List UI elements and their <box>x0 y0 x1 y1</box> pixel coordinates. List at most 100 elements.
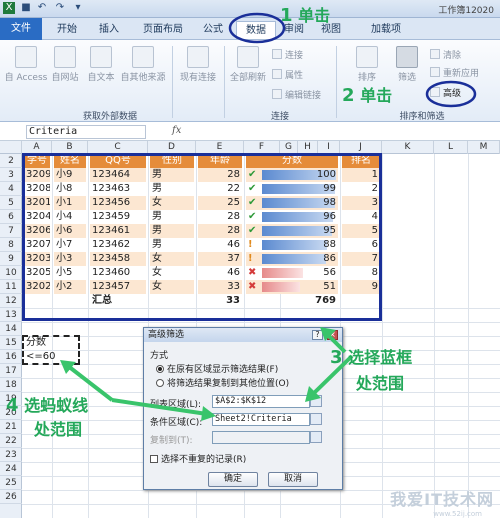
column-header[interactable]: M <box>468 141 500 154</box>
tab-insert[interactable]: 插入 <box>90 21 128 39</box>
range-picker-icon[interactable] <box>310 413 322 425</box>
column-header[interactable]: K <box>382 141 434 154</box>
row-header[interactable]: 14 <box>0 322 22 336</box>
annotation-step1: 1 单击 <box>280 5 331 26</box>
watermark: 我爱IT技术网 <box>390 490 494 509</box>
radio-icon[interactable] <box>156 379 164 387</box>
save-icon[interactable]: ■ <box>20 2 32 14</box>
clear-icon <box>430 49 440 59</box>
annotation-step3-line2: 处范围 <box>356 374 405 393</box>
connections-icon <box>187 46 209 68</box>
select-all-corner[interactable] <box>0 141 22 154</box>
tab-page-layout[interactable]: 页面布局 <box>132 21 194 39</box>
cancel-button[interactable]: 取消 <box>268 472 318 487</box>
radio-icon[interactable] <box>156 365 164 373</box>
row-header[interactable]: 23 <box>0 448 22 462</box>
row-header[interactable]: 21 <box>0 420 22 434</box>
gridline <box>22 322 500 323</box>
filter-button[interactable]: 筛选 <box>392 46 422 83</box>
list-range-highlight <box>22 153 382 321</box>
ok-button[interactable]: 确定 <box>208 472 258 487</box>
row-header[interactable]: 5 <box>0 196 22 210</box>
list-range-input[interactable]: $A$2:$K$12 <box>212 395 310 408</box>
tab-addins[interactable]: 加载项 <box>362 21 410 39</box>
group-label-sort-filter: 排序和筛选 <box>399 112 445 122</box>
connections-button[interactable]: 连接 <box>272 48 303 61</box>
refresh-icon <box>237 46 259 68</box>
sort-button[interactable]: 排序 <box>352 46 382 83</box>
reapply-button[interactable]: 重新应用 <box>430 66 479 79</box>
column-header[interactable]: L <box>434 141 468 154</box>
customize-icon[interactable]: ▾ <box>72 2 84 14</box>
from-text-button[interactable]: 自文本 <box>84 46 118 83</box>
watermark-url: www.52ij.com <box>433 510 482 518</box>
existing-connections-button[interactable]: 现有连接 <box>176 46 220 83</box>
database-icon <box>15 46 37 68</box>
row-header[interactable]: 25 <box>0 476 22 490</box>
row-header[interactable]: 16 <box>0 350 22 364</box>
row-header[interactable]: 9 <box>0 252 22 266</box>
option-in-place[interactable]: 在原有区域显示筛选结果(F) <box>156 362 278 375</box>
properties-icon <box>272 69 282 79</box>
row-header[interactable]: 17 <box>0 364 22 378</box>
row-header[interactable]: 26 <box>0 490 22 504</box>
row-header[interactable]: 22 <box>0 434 22 448</box>
text-file-icon <box>90 46 112 68</box>
annotation-step4: 4 选蚂蚁线 <box>6 395 89 416</box>
ribbon: 自 Access 自网站 自文本 自其他来源 获取外部数据 现有连接 全部刷新 … <box>0 40 500 122</box>
row-header[interactable]: 2 <box>0 154 22 168</box>
annotation-step2: 2 单击 <box>342 85 393 106</box>
range-picker-icon[interactable] <box>310 395 322 407</box>
row-header[interactable]: 24 <box>0 462 22 476</box>
tab-data[interactable]: 数据 <box>236 21 276 39</box>
checkbox-icon[interactable] <box>150 455 158 463</box>
list-range-label: 列表区域(L): <box>150 400 202 410</box>
properties-button[interactable]: 属性 <box>272 68 303 81</box>
redo-icon[interactable]: ↷ <box>54 2 66 14</box>
annotation-step3: 3 选择蓝框 <box>330 347 413 368</box>
close-icon[interactable]: × <box>327 330 338 340</box>
from-web-button[interactable]: 自网站 <box>48 46 82 83</box>
method-label: 方式 <box>150 351 169 361</box>
from-access-button[interactable]: 自 Access <box>4 46 48 83</box>
advanced-filter-button[interactable]: 高级 <box>430 86 461 99</box>
row-header[interactable]: 3 <box>0 168 22 182</box>
row-header[interactable]: 13 <box>0 308 22 322</box>
undo-icon[interactable]: ↶ <box>36 2 48 14</box>
tab-formulas[interactable]: 公式 <box>196 21 230 39</box>
name-box[interactable]: Criteria <box>26 125 146 139</box>
row-header[interactable]: 6 <box>0 210 22 224</box>
excel-icon: X <box>3 2 15 14</box>
row-header[interactable]: 11 <box>0 280 22 294</box>
from-other-button[interactable]: 自其他来源 <box>118 46 168 83</box>
clear-button[interactable]: 清除 <box>430 48 461 61</box>
row-header[interactable]: 18 <box>0 378 22 392</box>
group-label-connections: 连接 <box>270 112 289 122</box>
refresh-all-button[interactable]: 全部刷新 <box>228 46 268 83</box>
row-header[interactable]: 4 <box>0 182 22 196</box>
edit-links-button[interactable]: 编辑链接 <box>272 88 321 101</box>
row-header[interactable]: 8 <box>0 238 22 252</box>
sort-icon <box>356 46 378 68</box>
separator <box>336 46 337 118</box>
row-header[interactable]: 10 <box>0 266 22 280</box>
ribbon-tabs: 文件 开始 插入 页面布局 公式 数据 审阅 视图 加载项 <box>0 18 500 40</box>
advanced-filter-dialog: 高级筛选 ? × 方式 在原有区域显示筛选结果(F) 将筛选结果复制到其他位置(… <box>143 327 343 490</box>
fx-icon[interactable]: fx <box>172 125 181 136</box>
unique-records-checkbox[interactable]: 选择不重复的记录(R) <box>150 452 246 465</box>
help-icon[interactable]: ? <box>312 330 323 340</box>
row-header[interactable]: 12 <box>0 294 22 308</box>
edit-link-icon <box>272 89 282 99</box>
separator <box>172 46 173 118</box>
tab-home[interactable]: 开始 <box>48 21 86 39</box>
advanced-filter-icon <box>430 87 440 97</box>
separator <box>224 46 225 118</box>
row-headers: 2 3 4 5 6 7 8 9 10 11 12 13 14 15 16 17 … <box>0 154 22 518</box>
copy-to-label: 复制到(T): <box>150 436 193 446</box>
tab-file[interactable]: 文件 <box>0 18 42 40</box>
criteria-range-input[interactable]: Sheet2!Criteria <box>212 413 310 426</box>
row-header[interactable]: 7 <box>0 224 22 238</box>
row-header[interactable]: 15 <box>0 336 22 350</box>
option-copy[interactable]: 将筛选结果复制到其他位置(O) <box>156 376 289 389</box>
copy-to-input <box>212 431 310 444</box>
